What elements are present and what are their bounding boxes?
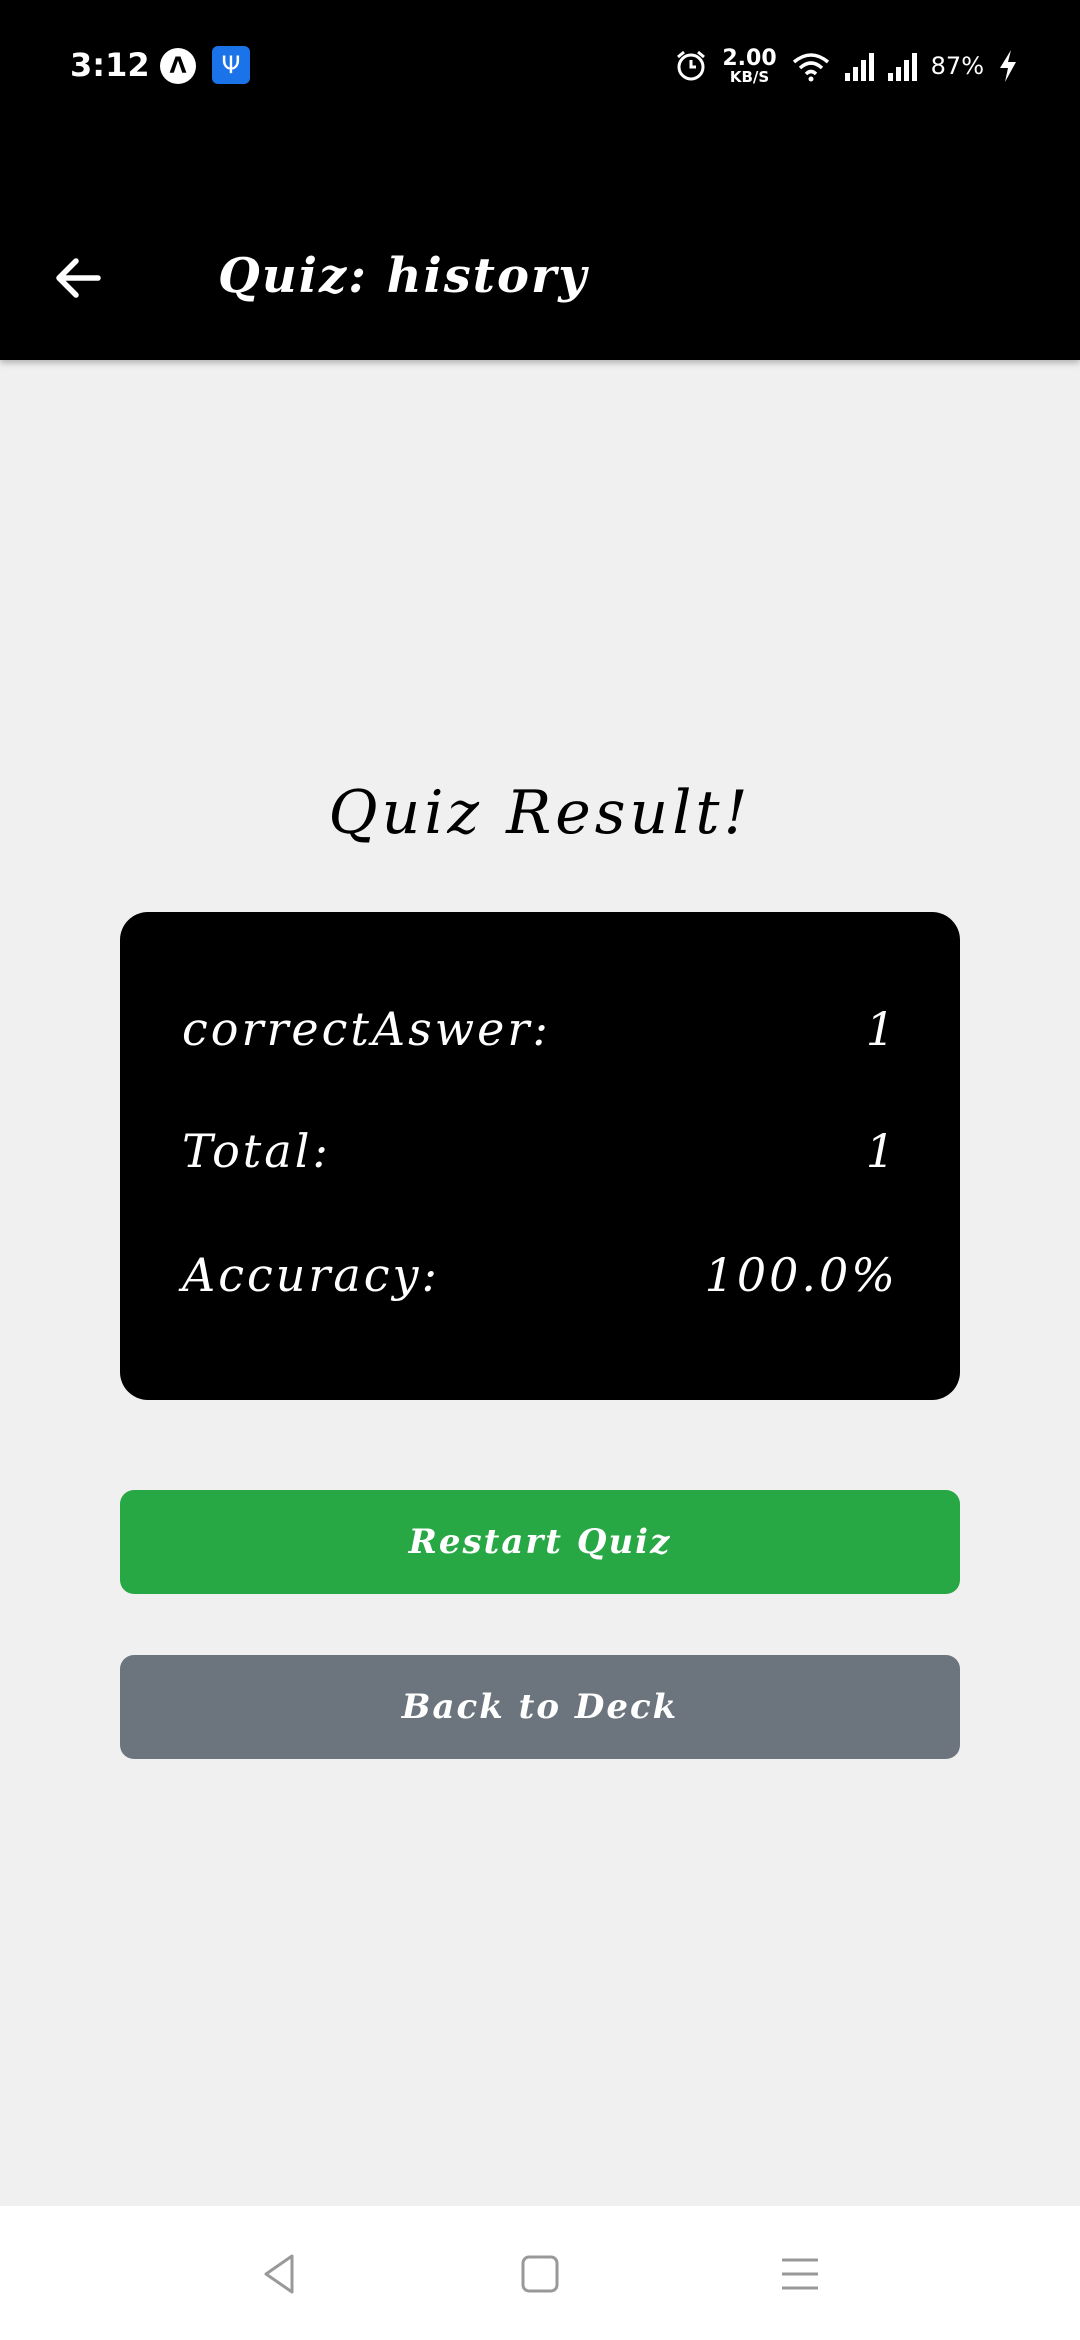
result-row-label: Accuracy:	[182, 1248, 441, 1302]
network-speed-value: 2.00	[722, 45, 777, 71]
status-indicators: 2.00 KB/S 87%	[674, 44, 1018, 88]
result-row-label: correctAswer:	[182, 1002, 551, 1056]
result-row-total: Total: 1	[182, 1116, 898, 1186]
result-row-value: 1	[865, 1002, 898, 1056]
result-row-correct: correctAswer: 1	[182, 994, 898, 1064]
system-nav-bar	[0, 2206, 1080, 2340]
nav-back-icon[interactable]	[254, 2248, 306, 2300]
back-arrow-icon[interactable]	[50, 250, 106, 306]
back-to-deck-button[interactable]: Back to Deck	[120, 1655, 960, 1759]
status-bar: 3:12 Λ Ψ 2.00 KB/S 87%	[0, 0, 1080, 130]
nav-home-icon[interactable]	[514, 2248, 566, 2300]
restart-quiz-button[interactable]: Restart Quiz	[120, 1490, 960, 1594]
result-title: Quiz Result!	[328, 778, 752, 848]
app-notification-icon: Λ	[160, 48, 196, 84]
battery-level: 87%	[930, 52, 984, 80]
status-time: 3:12	[70, 46, 150, 84]
signal-icon	[844, 51, 874, 81]
result-row-value: 1	[865, 1124, 898, 1178]
nav-recents-icon[interactable]	[774, 2248, 826, 2300]
network-speed-unit: KB/S	[729, 67, 770, 86]
charging-icon	[1000, 50, 1016, 82]
wifi-icon	[792, 53, 829, 82]
result-row-label: Total:	[182, 1124, 331, 1178]
result-row-value: 100.0%	[704, 1248, 898, 1302]
result-row-accuracy: Accuracy: 100.0%	[182, 1240, 898, 1310]
usb-icon: Ψ	[212, 46, 250, 84]
alarm-icon	[677, 50, 706, 81]
signal-icon-2	[887, 51, 917, 81]
app-bar: Quiz: history	[0, 130, 1080, 360]
result-card: correctAswer: 1 Total: 1 Accuracy: 100.0…	[120, 912, 960, 1400]
page-title: Quiz: history	[218, 248, 589, 304]
network-speed: 2.00 KB/S	[722, 45, 777, 86]
